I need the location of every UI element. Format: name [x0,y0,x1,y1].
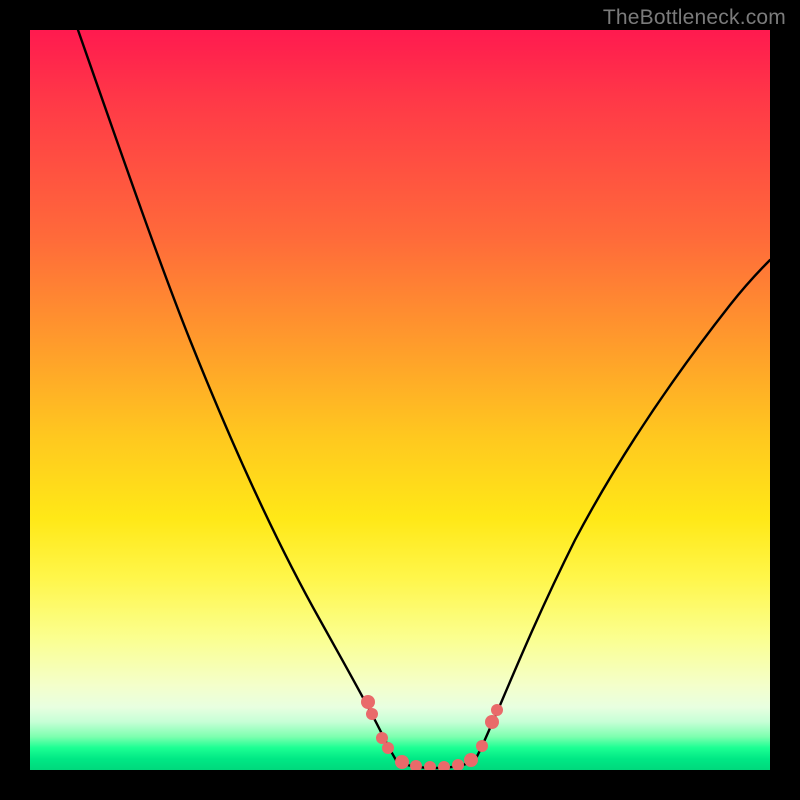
marker-dot [452,759,464,770]
watermark-text: TheBottleneck.com [603,6,786,30]
marker-dot [476,740,488,752]
marker-dot [366,708,378,720]
marker-dot [361,695,375,709]
chart-frame: TheBottleneck.com [0,0,800,800]
marker-dot [438,761,450,770]
marker-dot [464,753,478,767]
marker-dot [491,704,503,716]
marker-dot [395,755,409,769]
marker-dot [424,761,436,770]
marker-dot [485,715,499,729]
marker-dot [376,732,388,744]
marker-dot [382,742,394,754]
marker-layer [30,30,770,770]
marker-dot [410,760,422,770]
plot-area [30,30,770,770]
